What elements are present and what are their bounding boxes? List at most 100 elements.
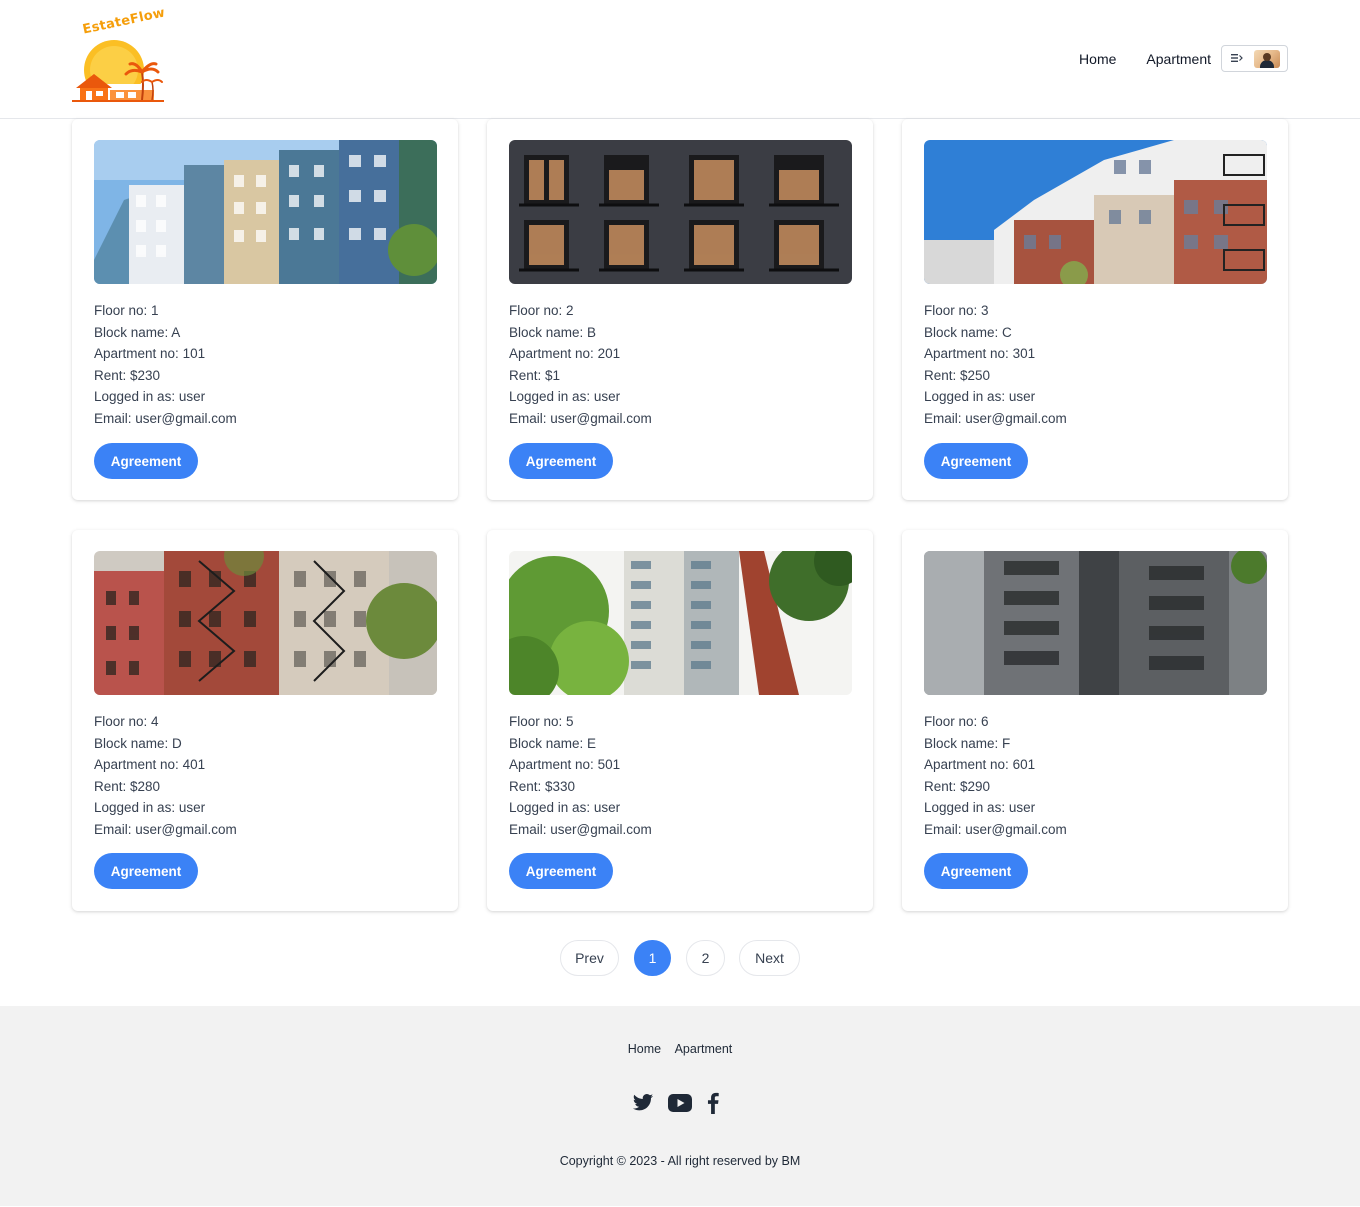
- floor-value: 3: [981, 303, 989, 318]
- floor-label: Floor no:: [924, 714, 982, 729]
- pagination: Prev 1 2 Next: [0, 940, 1360, 978]
- apartment-value: 601: [1012, 757, 1036, 773]
- page-2-button[interactable]: 2: [686, 940, 725, 976]
- logged-value: user: [178, 800, 206, 816]
- youtube-icon[interactable]: [668, 1094, 692, 1117]
- logged-label: Logged in as:: [94, 389, 179, 405]
- logged-value: user: [1008, 389, 1036, 405]
- avatar: [1254, 49, 1280, 68]
- agreement-button[interactable]: Agreement: [509, 853, 613, 889]
- logged-value: user: [178, 389, 206, 405]
- logged-label: Logged in as:: [509, 800, 594, 816]
- apartment-label: Apartment no:: [94, 757, 183, 773]
- apartment-photo: [94, 551, 437, 695]
- footer-links: Home Apartment: [0, 1042, 1360, 1056]
- floor-label: Floor no:: [509, 714, 567, 729]
- logged-value: user: [593, 389, 621, 405]
- block-value: E: [587, 735, 597, 751]
- floor-label: Floor no:: [94, 303, 152, 318]
- agreement-button[interactable]: Agreement: [94, 443, 198, 479]
- logged-label: Logged in as:: [509, 389, 594, 405]
- floor-label: Floor no:: [509, 303, 567, 318]
- footer-apartment-link[interactable]: Apartment: [675, 1042, 733, 1056]
- nav-apartment-link[interactable]: Apartment: [1146, 51, 1211, 67]
- email-label: Email:: [94, 821, 136, 837]
- apartment-info: Floor no: 1 Block name: A Apartment no: …: [94, 300, 237, 430]
- logged-label: Logged in as:: [924, 800, 1009, 816]
- email-value: user@gmail.com: [965, 821, 1067, 837]
- rent-value: $250: [960, 367, 991, 383]
- menu-icon: [1231, 50, 1243, 68]
- apartment-card: Floor no: 1 Block name: A Apartment no: …: [72, 119, 458, 500]
- apartment-info: Floor no: 5 Block name: E Apartment no: …: [509, 711, 652, 841]
- block-label: Block name:: [94, 735, 173, 751]
- block-value: B: [587, 324, 597, 340]
- apartment-label: Apartment no:: [509, 757, 598, 773]
- apartment-photo: [924, 551, 1267, 695]
- apartment-value: 201: [597, 346, 621, 362]
- floor-label: Floor no:: [94, 714, 152, 729]
- email-label: Email:: [94, 410, 136, 426]
- apartment-label: Apartment no:: [94, 346, 183, 362]
- apartment-card: Floor no: 3 Block name: C Apartment no: …: [902, 119, 1288, 500]
- block-label: Block name:: [509, 324, 588, 340]
- agreement-button[interactable]: Agreement: [94, 853, 198, 889]
- nav-home-link[interactable]: Home: [1079, 51, 1116, 67]
- email-label: Email:: [924, 410, 966, 426]
- apartment-photo: [509, 551, 852, 695]
- apartment-photo: [509, 140, 852, 284]
- apartment-label: Apartment no:: [924, 757, 1013, 773]
- email-label: Email:: [509, 821, 551, 837]
- apartment-info: Floor no: 2 Block name: B Apartment no: …: [509, 300, 652, 430]
- block-label: Block name:: [509, 735, 588, 751]
- rent-value: $330: [545, 778, 576, 794]
- apartment-label: Apartment no:: [924, 346, 1013, 362]
- floor-value: 6: [981, 714, 989, 729]
- block-value: C: [1002, 324, 1012, 340]
- apartment-photo: [94, 140, 437, 284]
- apartment-label: Apartment no:: [509, 346, 598, 362]
- agreement-button[interactable]: Agreement: [924, 443, 1028, 479]
- footer-home-link[interactable]: Home: [628, 1042, 661, 1056]
- agreement-button[interactable]: Agreement: [509, 443, 613, 479]
- floor-value: 5: [566, 714, 574, 729]
- block-label: Block name:: [94, 324, 172, 340]
- next-page-button[interactable]: Next: [739, 940, 800, 976]
- rent-label: Rent:: [924, 778, 961, 794]
- header: EstateFlow Home Apartment: [0, 0, 1360, 119]
- user-menu-button[interactable]: [1221, 45, 1288, 72]
- apartment-card: Floor no: 2 Block name: B Apartment no: …: [487, 119, 873, 500]
- apartment-value: 101: [182, 346, 206, 362]
- apartment-card: Floor no: 6 Block name: F Apartment no: …: [902, 530, 1288, 911]
- logged-label: Logged in as:: [924, 389, 1009, 405]
- facebook-icon[interactable]: [706, 1092, 720, 1119]
- email-label: Email:: [509, 410, 551, 426]
- rent-value: $1: [545, 367, 561, 383]
- floor-label: Floor no:: [924, 303, 982, 318]
- block-label: Block name:: [924, 324, 1003, 340]
- top-nav: Home Apartment: [1079, 45, 1288, 72]
- email-value: user@gmail.com: [965, 410, 1067, 426]
- email-value: user@gmail.com: [135, 410, 237, 426]
- apartment-value: 501: [597, 757, 621, 773]
- logged-value: user: [593, 800, 621, 816]
- social-links: [632, 1092, 720, 1119]
- apartment-card: Floor no: 5 Block name: E Apartment no: …: [487, 530, 873, 911]
- block-value: D: [172, 735, 182, 751]
- rent-value: $290: [960, 778, 991, 794]
- rent-label: Rent:: [509, 367, 546, 383]
- prev-page-button[interactable]: Prev: [560, 940, 619, 976]
- apartment-photo: [924, 140, 1267, 284]
- rent-value: $230: [130, 367, 161, 383]
- floor-value: 2: [566, 303, 574, 318]
- page-1-button[interactable]: 1: [634, 940, 671, 976]
- rent-value: $280: [130, 778, 161, 794]
- block-label: Block name:: [924, 735, 1003, 751]
- twitter-icon[interactable]: [632, 1093, 654, 1118]
- apartment-info: Floor no: 3 Block name: C Apartment no: …: [924, 300, 1067, 430]
- apartment-info: Floor no: 6 Block name: F Apartment no: …: [924, 711, 1067, 841]
- email-value: user@gmail.com: [550, 410, 652, 426]
- email-label: Email:: [924, 821, 966, 837]
- agreement-button[interactable]: Agreement: [924, 853, 1028, 889]
- copyright-text: Copyright © 2023 - All right reserved by…: [559, 1154, 801, 1168]
